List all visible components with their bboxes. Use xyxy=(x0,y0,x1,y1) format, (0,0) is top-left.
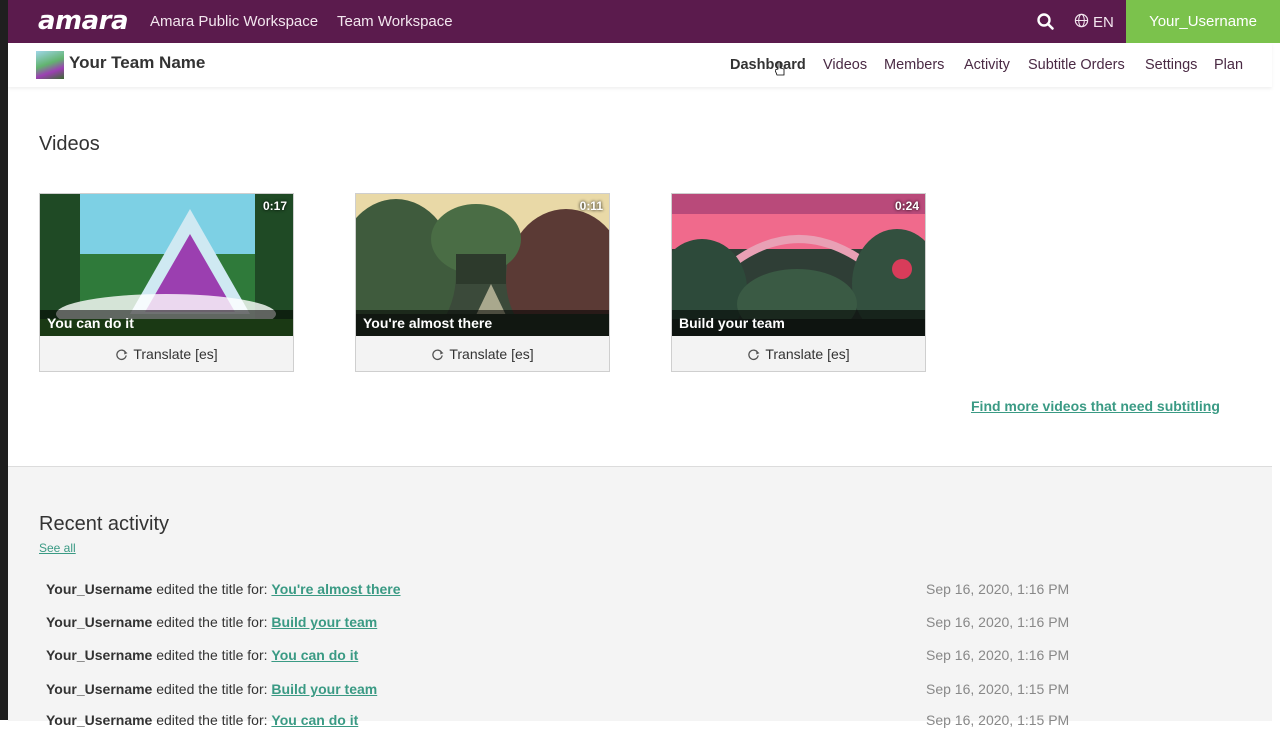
activity-user[interactable]: Your_Username xyxy=(46,581,152,597)
translate-button[interactable]: Translate [es] xyxy=(40,337,293,371)
recent-activity-heading: Recent activity xyxy=(39,513,170,535)
activity-user[interactable]: Your_Username xyxy=(46,681,152,697)
tab-subtitle-orders[interactable]: Subtitle Orders xyxy=(1028,57,1125,73)
video-duration: 0:24 xyxy=(894,199,919,213)
video-thumbnail[interactable]: 0:24 Build your team xyxy=(672,194,925,336)
see-all-link[interactable]: See all xyxy=(39,541,76,555)
activity-date: Sep 16, 2020, 1:15 PM xyxy=(926,712,1070,728)
activity-date: Sep 16, 2020, 1:16 PM xyxy=(926,614,1070,630)
cursor-icon xyxy=(775,62,785,76)
video-duration: 0:17 xyxy=(262,199,287,213)
video-thumbnail[interactable]: 0:17 You can do it xyxy=(40,194,293,336)
activity-user[interactable]: Your_Username xyxy=(46,712,152,728)
activity-video-link[interactable]: Build your team xyxy=(271,681,377,697)
team-header: Your Team Name Dashboard Videos Members … xyxy=(8,43,1272,87)
translate-label: Translate [es] xyxy=(133,346,218,362)
activity-date: Sep 16, 2020, 1:16 PM xyxy=(926,647,1070,663)
globe-icon xyxy=(1074,13,1089,32)
activity-row: Your_Username edited the title for: Buil… xyxy=(46,614,1076,634)
activity-video-link[interactable]: You can do it xyxy=(271,712,358,728)
amara-logo[interactable]: amara xyxy=(38,6,129,36)
translate-button[interactable]: Translate [es] xyxy=(672,337,925,371)
activity-video-link[interactable]: You're almost there xyxy=(271,581,400,597)
video-title[interactable]: You're almost there xyxy=(356,310,609,336)
activity-text: edited the title for: xyxy=(156,614,268,630)
activity-text: edited the title for: xyxy=(156,712,268,728)
activity-user[interactable]: Your_Username xyxy=(46,647,152,663)
activity-row: Your_Username edited the title for: Buil… xyxy=(46,681,1076,701)
activity-row: Your_Username edited the title for: You … xyxy=(46,647,1076,667)
video-title[interactable]: Build your team xyxy=(672,310,925,336)
video-thumbnail[interactable]: 0:11 You're almost there xyxy=(356,194,609,336)
activity-video-link[interactable]: You can do it xyxy=(271,647,358,663)
translate-label: Translate [es] xyxy=(765,346,850,362)
activity-date: Sep 16, 2020, 1:16 PM xyxy=(926,581,1070,597)
translate-button[interactable]: Translate [es] xyxy=(356,337,609,371)
language-label: EN xyxy=(1093,14,1114,31)
public-workspace-link[interactable]: Amara Public Workspace xyxy=(150,13,318,30)
team-name[interactable]: Your Team Name xyxy=(69,53,205,73)
video-card[interactable]: 0:11 You're almost there Translate [es] xyxy=(355,193,610,372)
find-more-videos-link[interactable]: Find more videos that need subtitling xyxy=(971,398,1220,414)
translate-icon xyxy=(116,348,128,360)
user-menu-button[interactable]: Your_Username xyxy=(1126,0,1280,43)
team-avatar[interactable] xyxy=(36,51,64,79)
team-workspace-link[interactable]: Team Workspace xyxy=(337,13,453,30)
videos-heading: Videos xyxy=(39,133,100,155)
video-title[interactable]: You can do it xyxy=(40,310,293,336)
search-icon[interactable] xyxy=(1035,11,1057,33)
tab-plan[interactable]: Plan xyxy=(1214,57,1243,73)
video-card[interactable]: 0:17 You can do it Translate [es] xyxy=(39,193,294,372)
video-duration: 0:11 xyxy=(579,199,603,213)
video-card[interactable]: 0:24 Build your team Translate [es] xyxy=(671,193,926,372)
tab-settings[interactable]: Settings xyxy=(1145,57,1197,73)
translate-icon xyxy=(432,348,444,360)
activity-video-link[interactable]: Build your team xyxy=(271,614,377,630)
activity-text: edited the title for: xyxy=(156,681,268,697)
activity-row: Your_Username edited the title for: You'… xyxy=(46,581,1076,601)
activity-row: Your_Username edited the title for: You … xyxy=(46,712,1076,732)
top-navigation-bar: amara Amara Public Workspace Team Worksp… xyxy=(8,0,1280,43)
activity-date: Sep 16, 2020, 1:15 PM xyxy=(926,681,1070,697)
tab-videos[interactable]: Videos xyxy=(823,57,867,73)
translate-icon xyxy=(748,348,760,360)
translate-label: Translate [es] xyxy=(449,346,534,362)
tab-dashboard[interactable]: Dashboard xyxy=(730,57,806,73)
tab-activity[interactable]: Activity xyxy=(964,57,1010,73)
activity-text: edited the title for: xyxy=(156,647,268,663)
activity-user[interactable]: Your_Username xyxy=(46,614,152,630)
activity-text: edited the title for: xyxy=(156,581,268,597)
tab-members[interactable]: Members xyxy=(884,57,944,73)
language-selector[interactable]: EN xyxy=(1074,13,1114,32)
window-edge xyxy=(0,0,8,720)
